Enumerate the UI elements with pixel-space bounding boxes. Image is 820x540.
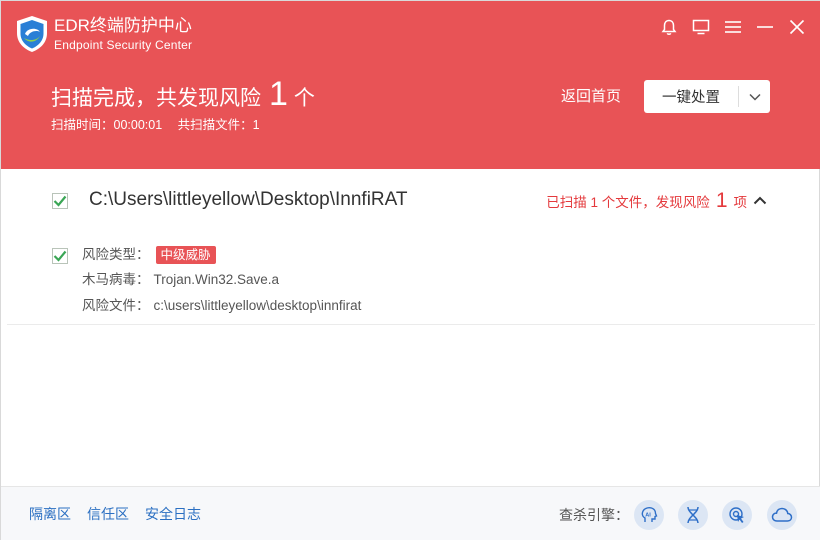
- result-divider: [7, 324, 815, 325]
- virus-label: 木马病毒：: [82, 272, 150, 287]
- scan-meta: 扫描时间：00:00:01 共扫描文件：1: [51, 117, 272, 133]
- dna-engine-icon[interactable]: [678, 500, 708, 530]
- threat-checkbox[interactable]: [52, 248, 68, 264]
- window-controls: [653, 15, 813, 39]
- engines-label: 查杀引擎：: [559, 507, 629, 523]
- svg-text:AI: AI: [645, 513, 651, 519]
- scan-summary: 已扫描 1 个文件，发现风险 1 项: [546, 190, 747, 214]
- ai-engine-icon[interactable]: AI: [634, 500, 664, 530]
- scan-summary-count: 1: [715, 189, 728, 212]
- footer-links: 隔离区 信任区 安全日志: [29, 505, 201, 523]
- app-title: EDR终端防护中心: [54, 16, 192, 35]
- monitor-icon[interactable]: [685, 15, 717, 39]
- scan-summary-suffix: 项: [733, 195, 748, 210]
- one-click-handle-label: 一键处置: [662, 90, 720, 106]
- group-checkbox[interactable]: [52, 193, 68, 209]
- chevron-down-icon[interactable]: [739, 93, 770, 101]
- one-click-handle-button[interactable]: 一键处置: [644, 80, 770, 113]
- risk-type-label: 风险类型：: [82, 247, 150, 262]
- risk-count: 1: [269, 75, 288, 113]
- virus-name: Trojan.Win32.Save.a: [153, 272, 280, 287]
- checkmark-icon: [53, 195, 67, 207]
- app-window: EDR终端防护中心 Endpoint Security Center 扫描完成，…: [0, 0, 820, 540]
- scan-file-count: 共扫描文件：1: [177, 118, 260, 132]
- chevron-up-icon[interactable]: [752, 192, 768, 208]
- back-home-link[interactable]: 返回首页: [561, 87, 621, 107]
- close-icon[interactable]: [781, 15, 813, 39]
- risk-type-line: 风险类型： 中级威胁: [82, 245, 216, 265]
- scan-headline-text: 扫描完成，共发现风险: [51, 87, 261, 110]
- scanned-path: C:\Users\littleyellow\Desktop\InnfiRAT: [89, 189, 408, 210]
- shield-logo-icon: [15, 15, 49, 53]
- behavior-engine-icon[interactable]: [722, 500, 752, 530]
- virus-line: 木马病毒： Trojan.Win32.Save.a: [82, 270, 279, 290]
- minimize-icon[interactable]: [749, 15, 781, 39]
- scan-headline: 扫描完成，共发现风险 1 个: [51, 75, 315, 114]
- bell-icon[interactable]: [653, 15, 685, 39]
- risk-level-badge: 中级威胁: [155, 246, 216, 264]
- menu-icon[interactable]: [717, 15, 749, 39]
- footer: 隔离区 信任区 安全日志 查杀引擎： AI: [1, 486, 820, 540]
- scan-time: 扫描时间：00:00:01: [51, 118, 163, 132]
- risk-file-path: c:\users\littleyellow\desktop\innfirat: [153, 298, 362, 313]
- quarantine-link[interactable]: 隔离区: [29, 505, 71, 523]
- risk-count-unit: 个: [293, 87, 315, 110]
- result-group-row: C:\Users\littleyellow\Desktop\InnfiRAT 已…: [1, 169, 820, 233]
- scan-summary-prefix: 已扫描 1 个文件，发现风险: [546, 195, 710, 210]
- risk-file-label: 风险文件：: [82, 298, 150, 313]
- security-log-link[interactable]: 安全日志: [145, 505, 201, 523]
- trust-zone-link[interactable]: 信任区: [87, 505, 129, 523]
- app-subtitle: Endpoint Security Center: [54, 38, 193, 52]
- header: EDR终端防护中心 Endpoint Security Center 扫描完成，…: [1, 1, 820, 169]
- checkmark-icon: [53, 250, 67, 262]
- threat-detail: 风险类型： 中级威胁 木马病毒： Trojan.Win32.Save.a 风险文件：…: [1, 237, 820, 325]
- cloud-engine-icon[interactable]: [767, 500, 797, 530]
- risk-file-line: 风险文件： c:\users\littleyellow\desktop\innfi…: [82, 296, 361, 316]
